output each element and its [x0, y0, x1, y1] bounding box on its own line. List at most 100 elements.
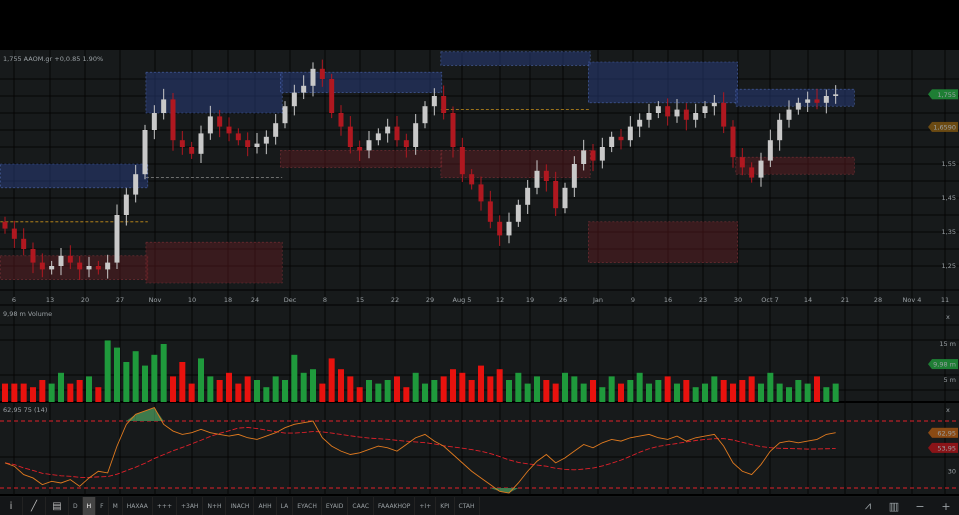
- volume-bar: [580, 383, 587, 402]
- x-axis-label: 13: [46, 296, 54, 304]
- timeframe-button-d[interactable]: D: [69, 497, 83, 515]
- x-axis-label: 18: [224, 296, 232, 304]
- candle: [310, 68, 316, 86]
- volume-bar: [534, 376, 540, 402]
- timeframe-button-eyach[interactable]: EYACH: [293, 497, 322, 515]
- candle: [646, 113, 652, 120]
- candle: [403, 140, 409, 147]
- volume-bar: [487, 376, 494, 402]
- timeframe-button-xix[interactable]: +I+: [415, 497, 437, 515]
- candle: [497, 221, 503, 236]
- candle: [301, 85, 307, 93]
- candle: [693, 113, 699, 120]
- candle: [86, 266, 92, 270]
- volume-bar: [478, 365, 484, 402]
- candle: [515, 204, 521, 222]
- candle: [739, 157, 745, 168]
- rsi-close-button[interactable]: x: [946, 406, 950, 414]
- candle: [786, 109, 792, 120]
- candle: [441, 96, 447, 113]
- volume-bar: [422, 383, 428, 402]
- volume-bar: [375, 383, 382, 402]
- demand-zone: [280, 150, 443, 168]
- timeframe-button-caac[interactable]: CAAC: [348, 497, 375, 515]
- volume-bar: [823, 387, 830, 402]
- candle: [161, 99, 167, 113]
- timeframe-button-m[interactable]: M: [109, 497, 123, 515]
- candle: [123, 194, 129, 215]
- price-axis-label: 1,35: [942, 228, 956, 236]
- supply-zone: [0, 163, 149, 189]
- candle: [833, 94, 839, 96]
- x-axis-label: Nov: [149, 296, 162, 304]
- timeframe-button-faaakhop[interactable]: FAAAKHOP: [374, 497, 416, 515]
- candle: [711, 102, 717, 107]
- volume-bar: [356, 387, 363, 402]
- volume-bar: [496, 369, 503, 402]
- indicators-icon[interactable]: ⩘: [855, 497, 881, 515]
- volume-close-button[interactable]: x: [946, 313, 950, 321]
- volume-last-tag: 9,98 m: [933, 361, 956, 369]
- timeframe-button-inach[interactable]: INACH: [226, 497, 255, 515]
- candle: [459, 147, 465, 175]
- candle: [599, 147, 605, 161]
- volume-bar: [244, 376, 251, 402]
- volume-bar: [608, 376, 615, 402]
- volume-bar: [95, 387, 102, 402]
- candle: [329, 79, 335, 113]
- x-axis-label: 10: [188, 296, 196, 304]
- chart-area[interactable]: 6 13 20 27 Nov 10 18 24 Dec 8 15 22 29 Aug 5 12 19 26 Jan…: [0, 50, 959, 497]
- candle: [674, 109, 680, 117]
- volume-bar: [300, 372, 307, 402]
- zoom-in-icon[interactable]: +: [933, 497, 959, 515]
- info-icon[interactable]: i: [0, 497, 23, 515]
- last-price-tag: 1,755: [937, 91, 956, 99]
- volume-bar: [39, 380, 46, 402]
- price-axis-label: 1,45: [942, 194, 956, 202]
- candle: [357, 147, 363, 151]
- x-axis-label: 28: [874, 296, 882, 304]
- zoom-out-icon[interactable]: −: [907, 497, 933, 515]
- timeframe-button-h[interactable]: H: [82, 497, 97, 515]
- candle: [767, 140, 773, 161]
- timeframe-button-eyaid[interactable]: EYAID: [322, 497, 349, 515]
- demand-zone: [145, 241, 283, 284]
- timeframe-button-kpi[interactable]: KPI: [436, 497, 455, 515]
- candle: [814, 99, 820, 103]
- candle: [67, 255, 73, 263]
- timeframe-button-nxh[interactable]: N+H: [203, 497, 227, 515]
- candle: [562, 187, 568, 209]
- volume-bar: [692, 387, 699, 402]
- volume-bar: [804, 383, 811, 402]
- volume-bar: [132, 351, 139, 402]
- draw-line-icon[interactable]: ╱: [23, 497, 46, 515]
- candle: [105, 262, 111, 270]
- x-axis-label: Jan: [592, 296, 603, 304]
- volume-bar: [272, 376, 279, 402]
- timeframe-button-ahh[interactable]: AHH: [254, 497, 277, 515]
- volume-bar: [11, 383, 18, 402]
- timeframe-button-la[interactable]: LA: [277, 497, 294, 515]
- grid-icon[interactable]: ▤: [46, 497, 69, 515]
- candle: [291, 92, 297, 107]
- timeframe-button-ctah[interactable]: CTAH: [455, 497, 480, 515]
- timeframe-button-haxaa[interactable]: HAXAA: [123, 497, 153, 515]
- x-axis-label: 8: [323, 296, 327, 304]
- volume-bar: [347, 376, 354, 402]
- volume-bar: [338, 369, 344, 402]
- candle: [478, 184, 484, 202]
- candle: [39, 262, 45, 270]
- volume-bar: [403, 387, 410, 402]
- volume-bar: [67, 383, 74, 402]
- timeframe-button-f[interactable]: F: [96, 497, 109, 515]
- volume-bar: [636, 372, 643, 402]
- chart-type-icon[interactable]: ▥: [881, 497, 907, 515]
- x-axis-label: 24: [251, 296, 259, 304]
- timeframe-button-x3ah[interactable]: +3AH: [177, 497, 204, 515]
- timeframe-button-xxx[interactable]: +++: [153, 497, 177, 515]
- volume-bar: [310, 369, 316, 402]
- candle: [823, 96, 829, 103]
- rsi-title: 62,95 75 (14): [3, 406, 47, 414]
- candle: [226, 126, 232, 134]
- volume-bar: [655, 380, 662, 402]
